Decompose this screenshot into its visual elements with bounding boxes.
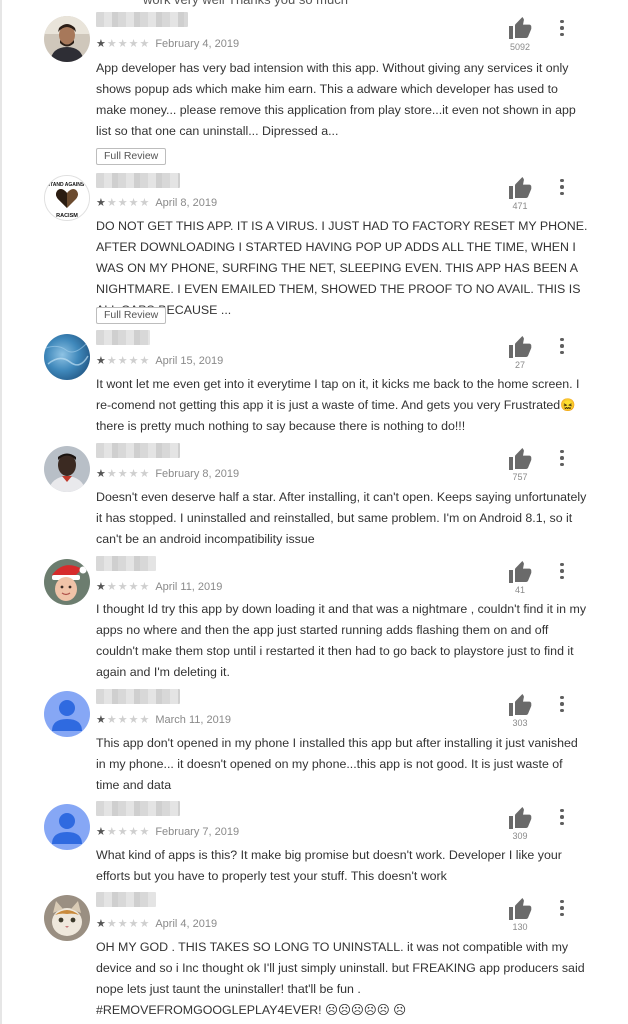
previous-review-tail: work very well Thanks you so much [143, 0, 348, 8]
more-options-icon[interactable] [552, 177, 572, 197]
review-date: February 8, 2019 [155, 467, 240, 480]
avatar[interactable] [44, 446, 90, 492]
star-rating: ★ ★★★★ [96, 826, 151, 838]
review-date: April 4, 2019 [155, 917, 218, 930]
review-meta: ★ ★★★★ February 7, 2019 [96, 825, 240, 839]
review-meta: ★ ★★★★ April 11, 2019 [96, 580, 223, 594]
star-rating: ★ ★★★★ [96, 714, 151, 726]
helpful-count: 471 [512, 201, 528, 211]
review-meta: ★ ★★★★ April 15, 2019 [96, 354, 224, 368]
star-rating: ★ ★★★★ [96, 918, 151, 930]
more-options-icon[interactable] [552, 18, 572, 38]
reviewer-name [96, 801, 180, 816]
review-meta: ★ ★★★★ February 8, 2019 [96, 467, 240, 481]
review-text: OH MY GOD . THIS TAKES SO LONG TO UNINST… [96, 940, 585, 1017]
star-rating: ★ ★★★★ [96, 355, 151, 367]
review-text: Doesn't even deserve half a star. After … [96, 490, 587, 546]
star-rating: ★ ★★★★ [96, 581, 151, 593]
thumbs-up-icon[interactable] [508, 898, 532, 920]
full-review-button[interactable]: Full Review [96, 307, 167, 324]
review-date: February 7, 2019 [155, 825, 240, 838]
reviewer-name [96, 173, 180, 188]
review-date: April 11, 2019 [155, 580, 223, 593]
reviewer-name [96, 689, 180, 704]
more-options-icon[interactable] [552, 807, 572, 827]
reviewer-name [96, 330, 150, 345]
star-rating: ★ ★★★★ [96, 38, 151, 50]
review-meta: ★ ★★★★ March 11, 2019 [96, 713, 231, 727]
thumbs-up-icon[interactable] [508, 807, 532, 829]
review-meta: ★ ★★★★ April 4, 2019 [96, 917, 218, 931]
avatar[interactable] [44, 559, 90, 605]
review-text: This app don't opened in my phone I inst… [96, 736, 578, 792]
thumbs-up-icon[interactable] [508, 177, 532, 199]
full-review-button[interactable]: Full Review [96, 148, 167, 165]
helpful-count: 5092 [509, 42, 531, 52]
thumbs-up-icon[interactable] [508, 336, 532, 358]
helpful-count: 130 [512, 922, 528, 932]
thumbs-up-icon[interactable] [508, 448, 532, 470]
reviewer-name [96, 443, 180, 458]
avatar[interactable] [44, 804, 90, 850]
star-rating: ★ ★★★★ [96, 197, 151, 209]
logo-text-bottom: RACISM [56, 213, 78, 219]
review-date: February 4, 2019 [155, 37, 240, 50]
avatar[interactable] [44, 691, 90, 737]
left-border [0, 0, 2, 1024]
review-date: April 15, 2019 [155, 354, 224, 367]
review-meta: ★ ★★★★ April 8, 2019 [96, 196, 218, 210]
review-text: App developer has very bad intension wit… [96, 61, 576, 138]
avatar[interactable]: STAND AGAINST RACISM [44, 175, 90, 221]
thumbs-up-icon[interactable] [508, 17, 532, 39]
more-options-icon[interactable] [552, 336, 572, 356]
review-text: DO NOT GET THIS APP. IT IS A VIRUS. I JU… [96, 219, 588, 317]
reviewer-name [96, 892, 156, 907]
avatar[interactable] [44, 334, 90, 380]
reviewer-name [96, 12, 188, 27]
review-text: I thought Id try this app by down loadin… [96, 602, 587, 679]
review-date: March 11, 2019 [155, 713, 231, 726]
reviewer-name [96, 556, 156, 571]
review-meta: ★ ★★★★ February 4, 2019 [96, 37, 240, 51]
helpful-count: 27 [514, 360, 525, 370]
review-date: April 8, 2019 [155, 196, 218, 209]
helpful-count: 309 [512, 831, 528, 841]
review-text: What kind of apps is this? It make big p… [96, 848, 562, 883]
logo-text-top: STAND AGAINST [47, 182, 88, 188]
thumbs-up-icon[interactable] [508, 694, 532, 716]
thumbs-up-icon[interactable] [508, 561, 532, 583]
avatar[interactable] [44, 895, 90, 941]
more-options-icon[interactable] [552, 561, 572, 581]
review-text: It wont let me even get into it everytim… [96, 377, 580, 433]
more-options-icon[interactable] [552, 448, 572, 468]
helpful-count: 757 [512, 472, 528, 482]
helpful-count: 303 [512, 718, 528, 728]
more-options-icon[interactable] [552, 898, 572, 918]
star-rating: ★ ★★★★ [96, 468, 151, 480]
avatar[interactable] [44, 16, 90, 62]
helpful-count: 41 [514, 585, 525, 595]
more-options-icon[interactable] [552, 694, 572, 714]
